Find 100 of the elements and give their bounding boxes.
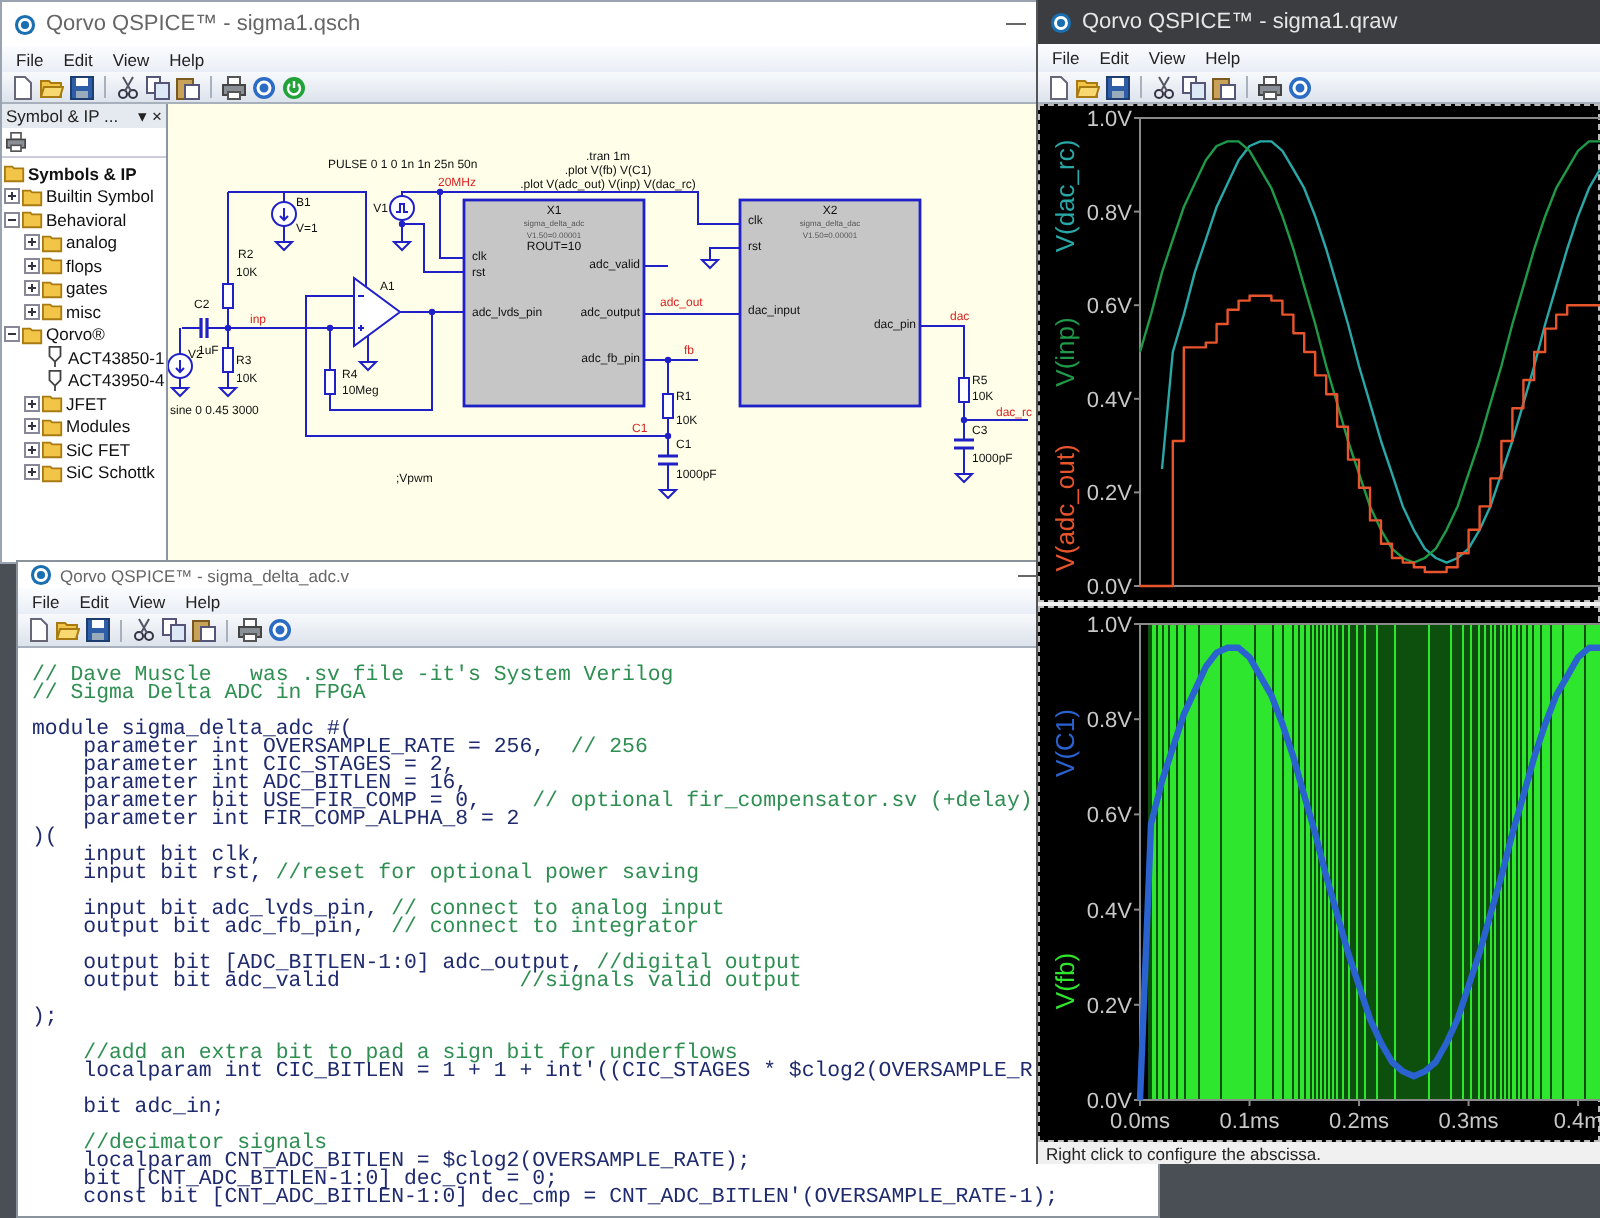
expand-icon[interactable] bbox=[24, 395, 40, 412]
menu-item[interactable]: File bbox=[16, 49, 44, 69]
save-icon[interactable] bbox=[86, 618, 110, 642]
trace-label: V(inp) bbox=[1050, 317, 1080, 387]
power-icon[interactable] bbox=[282, 75, 306, 99]
minimize-icon[interactable] bbox=[1018, 573, 1038, 577]
trace-label: V(C1) bbox=[1050, 709, 1080, 777]
code-comment: // connect to integrator bbox=[391, 920, 700, 938]
y-tick-label: 0.0V bbox=[1086, 1090, 1132, 1114]
menu-item[interactable]: Edit bbox=[79, 591, 109, 611]
y-tick-label: 0.2V bbox=[1086, 994, 1132, 1019]
code-text: ); bbox=[32, 1010, 58, 1028]
folder-icon bbox=[42, 438, 64, 461]
save-icon[interactable] bbox=[70, 75, 94, 99]
menu-item[interactable]: File bbox=[32, 591, 60, 611]
resistor-symbol bbox=[222, 347, 234, 373]
close-button[interactable]: × bbox=[152, 106, 162, 126]
folder-icon bbox=[42, 392, 64, 415]
code-comment: //signals valid output bbox=[519, 974, 802, 992]
tree-item[interactable]: Behavioral bbox=[46, 209, 127, 230]
folder-icon bbox=[22, 185, 44, 208]
help-icon[interactable] bbox=[252, 75, 276, 99]
folder-icon bbox=[4, 162, 26, 185]
code-comment: //digital output bbox=[596, 956, 802, 974]
expand-icon[interactable] bbox=[24, 441, 40, 458]
code-comment: // optional fir_compensator.sv (+delay) bbox=[532, 794, 1033, 812]
tree-item[interactable]: Modules bbox=[66, 416, 131, 437]
cut-icon[interactable] bbox=[132, 618, 156, 642]
voltage-source-symbol bbox=[271, 201, 297, 227]
pulse-source-symbol bbox=[389, 195, 415, 221]
window-title: Qorvo QSPICE™ - sigma_delta_adc.v bbox=[60, 565, 350, 585]
expand-icon[interactable] bbox=[24, 464, 40, 481]
expand-icon[interactable] bbox=[4, 188, 20, 205]
resistor-symbol bbox=[222, 283, 234, 309]
menu-item[interactable]: Help bbox=[1205, 48, 1241, 68]
code-text: localparam int CIC_BITLEN = 1 + 1 + int'((CIC_STAGES * $clog2(OVERSAMPLE_R bbox=[81, 1064, 1033, 1082]
tree-item[interactable]: SiC FET bbox=[66, 439, 131, 460]
code-text: const bit [CNT_ADC_BITLEN-1:0] dec_cmp = CNT_ADC_BITLEN'(OVERSAMPLE_RATE-1); bbox=[81, 1190, 1059, 1208]
tree-item[interactable]: Symbols & IP bbox=[28, 163, 137, 184]
trace-label: V(adc_out) bbox=[1050, 444, 1080, 572]
tree-item[interactable]: JFET bbox=[66, 393, 107, 414]
paste-icon[interactable] bbox=[192, 618, 216, 642]
cut-icon[interactable] bbox=[116, 75, 140, 99]
menu-item[interactable]: File bbox=[1052, 48, 1080, 68]
component-icon bbox=[44, 369, 66, 392]
print-icon[interactable] bbox=[222, 75, 246, 99]
menu-item[interactable]: Edit bbox=[63, 49, 93, 69]
tree-item[interactable]: Builtin Symbol bbox=[46, 186, 154, 207]
folder-icon bbox=[42, 254, 64, 277]
cut-icon[interactable] bbox=[1152, 75, 1176, 99]
tree-item[interactable]: gates bbox=[66, 278, 108, 299]
paste-icon[interactable] bbox=[176, 75, 200, 99]
tree-item[interactable]: SiC Schottk bbox=[66, 462, 155, 483]
copy-icon[interactable] bbox=[162, 618, 186, 642]
pin-button[interactable]: ▾ bbox=[138, 106, 149, 126]
print-icon[interactable] bbox=[238, 618, 262, 642]
help-icon[interactable] bbox=[1288, 75, 1312, 99]
collapse-icon[interactable] bbox=[4, 326, 20, 343]
expand-icon[interactable] bbox=[24, 303, 40, 320]
code-text: output bit adc_valid bbox=[81, 974, 340, 992]
code-text: input bit rst, bbox=[81, 866, 265, 884]
collapse-icon[interactable] bbox=[4, 211, 20, 228]
copy-icon[interactable] bbox=[146, 75, 170, 99]
new-file-icon[interactable] bbox=[26, 618, 50, 642]
menu-item[interactable]: View bbox=[1148, 48, 1186, 68]
print-icon[interactable] bbox=[1258, 75, 1282, 99]
folder-icon bbox=[42, 300, 64, 323]
tree-item[interactable]: analog bbox=[66, 232, 118, 253]
menu-item[interactable]: Edit bbox=[1099, 48, 1129, 68]
tree-item[interactable]: flops bbox=[66, 255, 102, 276]
paste-icon[interactable] bbox=[1212, 75, 1236, 99]
panel-title: Symbol & IP ... bbox=[6, 106, 121, 126]
folder-icon bbox=[22, 323, 44, 346]
code-comment: // Sigma Delta ADC in FPGA bbox=[32, 686, 366, 704]
tree-item[interactable]: ACT43850-1 bbox=[68, 347, 165, 368]
menu-item[interactable]: View bbox=[112, 49, 150, 69]
copy-icon[interactable] bbox=[1182, 75, 1206, 99]
resistor-symbol bbox=[662, 393, 674, 419]
folder-icon bbox=[42, 461, 64, 484]
help-icon[interactable] bbox=[268, 618, 292, 642]
tree-item[interactable]: ACT43950-4 bbox=[68, 370, 165, 391]
x-tick-label: 0.2ms bbox=[1329, 1110, 1389, 1134]
tree-item[interactable]: misc bbox=[66, 301, 101, 322]
code-text: module sigma_delta_adc #( bbox=[32, 722, 353, 740]
menu-item[interactable]: View bbox=[128, 591, 166, 611]
save-icon[interactable] bbox=[1106, 75, 1130, 99]
tree-item[interactable]: Qorvo® bbox=[46, 324, 105, 345]
x-tick-label: 0.3ms bbox=[1438, 1110, 1499, 1134]
expand-icon[interactable] bbox=[24, 418, 40, 435]
y-tick-label: 0.4V bbox=[1086, 388, 1132, 413]
expand-icon[interactable] bbox=[24, 280, 40, 297]
x-tick-label: 0.1ms bbox=[1219, 1110, 1280, 1134]
minimize-icon[interactable] bbox=[1006, 22, 1026, 26]
menu-item[interactable]: Help bbox=[169, 49, 205, 69]
expand-icon[interactable] bbox=[24, 257, 40, 274]
expand-icon[interactable] bbox=[24, 234, 40, 251]
y-tick-label: 1.0V bbox=[1086, 614, 1132, 638]
menu-item[interactable]: Help bbox=[185, 591, 221, 611]
x-tick-label: 0.0ms bbox=[1110, 1110, 1170, 1134]
trace-label: V(fb) bbox=[1050, 952, 1080, 1010]
